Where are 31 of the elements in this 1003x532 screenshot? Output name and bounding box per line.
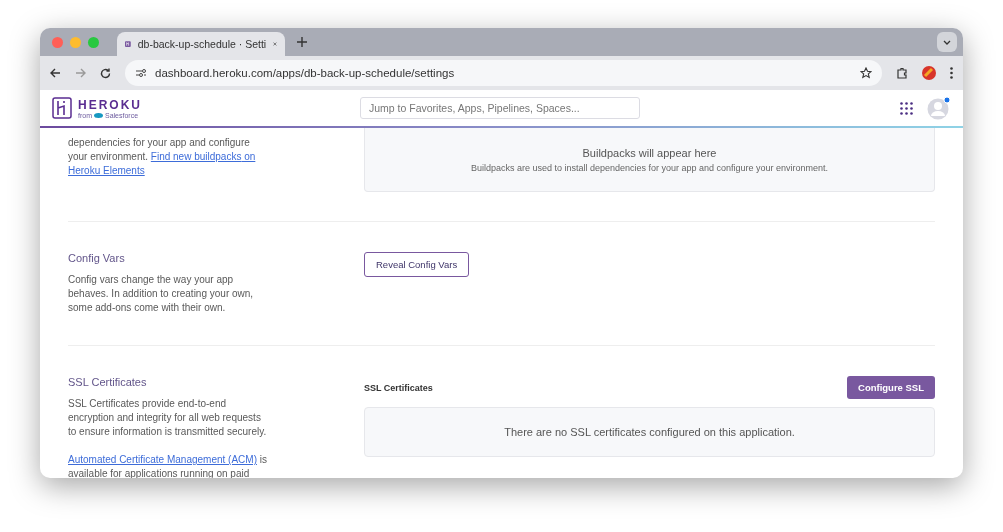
empty-title: Buildpacks will appear here xyxy=(582,146,717,159)
caret-icon[interactable] xyxy=(943,39,951,45)
buildpacks-link[interactable]: Heroku Elements xyxy=(68,165,145,176)
back-icon[interactable] xyxy=(50,68,61,78)
section-title: SSL Certificates xyxy=(68,376,148,388)
heroku-logo-icon[interactable] xyxy=(52,97,72,119)
menu-icon[interactable] xyxy=(950,67,953,79)
apps-grid-icon[interactable] xyxy=(900,101,913,115)
user-avatar-icon[interactable] xyxy=(927,96,951,120)
close-icon[interactable] xyxy=(273,40,277,48)
empty-message: There are no SSL certificates configured on this application. xyxy=(504,426,795,438)
configure-ssl-button[interactable]: Configure SSL xyxy=(847,376,935,399)
heroku-logo-icon xyxy=(125,38,131,50)
cloud-icon xyxy=(94,112,103,118)
buildpacks-link[interactable]: Find new buildpacks on xyxy=(150,151,256,162)
heroku-wordmark: HEROKU xyxy=(78,97,142,112)
section-description: Config vars change the way your app behaves. In addition to creating your own, some add-ons come with their own. xyxy=(68,273,255,315)
reload-icon[interactable] xyxy=(100,67,111,79)
buildpacks-description: dependencies for your app and configure your environment. Find new buildpacks on Heroku Elements xyxy=(68,136,257,178)
empty-description: Buildpacks are used to install dependencies for your app and configure your environment. xyxy=(470,162,829,173)
browser-tab[interactable]: db-back-up-schedule · Setti xyxy=(117,32,285,56)
address-bar[interactable]: dashboard.heroku.com/apps/db-back-up-schedule/settings xyxy=(125,60,882,86)
puzzle-icon[interactable] xyxy=(896,67,908,79)
reveal-config-vars-button[interactable]: Reveal Config Vars xyxy=(364,252,470,277)
acm-link[interactable]: Automated Certificate Management (ACM) xyxy=(68,454,257,465)
site-settings-icon[interactable] xyxy=(135,68,147,78)
section-title: Config Vars xyxy=(68,252,126,264)
star-icon[interactable] xyxy=(860,67,872,79)
search-field[interactable]: Jump to Favorites, Apps, Pipelines, Spaces... xyxy=(360,97,640,119)
panel-title: SSL Certificates xyxy=(364,382,433,393)
section-description: SSL Certificates provide end-to-end encryption and integrity for all web requests to ensure information is transmitted securely. xyxy=(68,397,268,439)
